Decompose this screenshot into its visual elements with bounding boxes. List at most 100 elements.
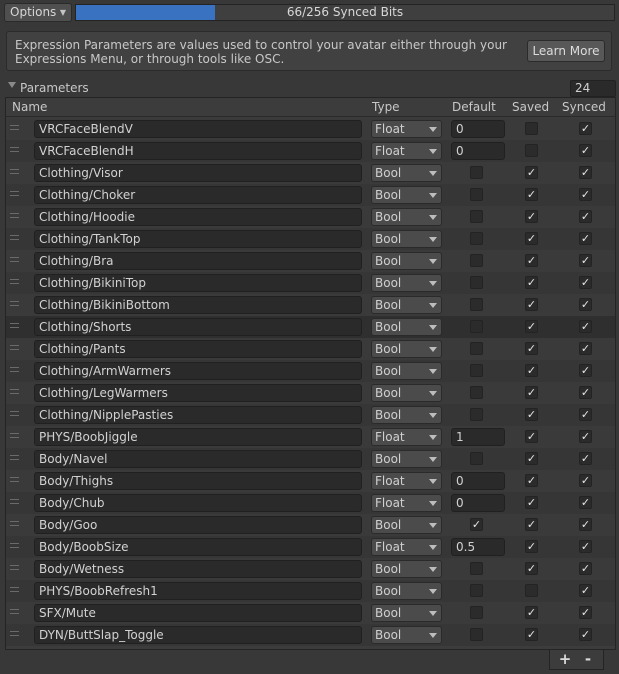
parameter-row[interactable]: SFX/Mute Bool ✓ ✓ — [6, 602, 615, 624]
parameter-type-dropdown[interactable]: Float — [371, 538, 442, 556]
add-parameter-button[interactable]: + — [555, 651, 575, 668]
parameter-row[interactable]: Body/Thighs Float 0 ✓ ✓ — [6, 470, 615, 492]
synced-checkbox[interactable]: ✓ — [579, 496, 592, 509]
drag-handle-icon[interactable] — [10, 455, 19, 460]
parameter-type-dropdown[interactable]: Bool — [371, 626, 442, 644]
parameter-name-field[interactable]: SFX/Mute — [34, 604, 362, 622]
parameter-row[interactable]: Clothing/LegWarmers Bool ✓ ✓ — [6, 382, 615, 404]
parameter-row[interactable]: Body/Goo Bool ✓ ✓ ✓ — [6, 514, 615, 536]
drag-handle-icon[interactable] — [10, 301, 19, 306]
saved-checkbox[interactable]: ✓ — [525, 452, 538, 465]
saved-checkbox[interactable]: ✓ — [525, 254, 538, 267]
drag-handle-icon[interactable] — [10, 587, 19, 592]
parameter-name-field[interactable]: Clothing/Pants — [34, 340, 362, 358]
saved-checkbox[interactable]: ✓ — [525, 232, 538, 245]
parameter-type-dropdown[interactable]: Bool — [371, 252, 442, 270]
drag-handle-icon[interactable] — [10, 631, 19, 636]
default-checkbox[interactable] — [470, 628, 483, 641]
parameter-name-field[interactable]: Body/Goo — [34, 516, 362, 534]
synced-checkbox[interactable]: ✓ — [579, 540, 592, 553]
saved-checkbox[interactable] — [525, 144, 538, 157]
synced-checkbox[interactable]: ✓ — [579, 166, 592, 179]
parameter-name-field[interactable]: PHYS/BoobJiggle — [34, 428, 362, 446]
parameter-name-field[interactable]: Clothing/LegWarmers — [34, 384, 362, 402]
parameter-name-field[interactable]: Clothing/NipplePasties — [34, 406, 362, 424]
foldout-arrow-icon[interactable] — [8, 82, 16, 88]
parameter-type-dropdown[interactable]: Bool — [371, 164, 442, 182]
parameter-type-dropdown[interactable]: Bool — [371, 230, 442, 248]
drag-handle-icon[interactable] — [10, 565, 19, 570]
drag-handle-icon[interactable] — [10, 433, 19, 438]
default-checkbox[interactable] — [470, 342, 483, 355]
parameter-type-dropdown[interactable]: Bool — [371, 208, 442, 226]
drag-handle-icon[interactable] — [10, 543, 19, 548]
remove-parameter-button[interactable]: - — [578, 651, 598, 668]
parameter-row[interactable]: PHYS/BoobRefresh1 Bool ✓ — [6, 580, 615, 602]
saved-checkbox[interactable]: ✓ — [525, 540, 538, 553]
default-value-field[interactable]: 0 — [451, 142, 505, 160]
parameter-row[interactable]: PHYS/BoobJiggle Float 1 ✓ ✓ — [6, 426, 615, 448]
options-dropdown[interactable]: Options ▼ — [4, 3, 72, 22]
default-checkbox[interactable] — [470, 562, 483, 575]
synced-checkbox[interactable]: ✓ — [579, 122, 592, 135]
synced-checkbox[interactable]: ✓ — [579, 210, 592, 223]
parameter-name-field[interactable]: DYN/ButtSlap_Toggle — [34, 626, 362, 644]
parameter-name-field[interactable]: Body/BoobSize — [34, 538, 362, 556]
default-checkbox[interactable] — [470, 166, 483, 179]
drag-handle-icon[interactable] — [10, 279, 19, 284]
synced-checkbox[interactable]: ✓ — [579, 298, 592, 311]
saved-checkbox[interactable]: ✓ — [525, 320, 538, 333]
parameter-name-field[interactable]: Clothing/Visor — [34, 164, 362, 182]
parameter-row[interactable]: VRCFaceBlendV Float 0 ✓ — [6, 118, 615, 140]
parameter-name-field[interactable]: Clothing/Hoodie — [34, 208, 362, 226]
default-value-field[interactable]: 1 — [451, 428, 505, 446]
saved-checkbox[interactable]: ✓ — [525, 408, 538, 421]
parameters-label[interactable]: Parameters — [20, 80, 89, 96]
saved-checkbox[interactable]: ✓ — [525, 430, 538, 443]
parameter-name-field[interactable]: Clothing/TankTop — [34, 230, 362, 248]
saved-checkbox[interactable]: ✓ — [525, 518, 538, 531]
parameter-type-dropdown[interactable]: Bool — [371, 296, 442, 314]
saved-checkbox[interactable]: ✓ — [525, 606, 538, 619]
parameter-row[interactable]: Clothing/Choker Bool ✓ ✓ — [6, 184, 615, 206]
synced-checkbox[interactable]: ✓ — [579, 562, 592, 575]
synced-checkbox[interactable]: ✓ — [579, 518, 592, 531]
parameter-type-dropdown[interactable]: Bool — [371, 186, 442, 204]
parameter-name-field[interactable]: Body/Chub — [34, 494, 362, 512]
learn-more-button[interactable]: Learn More — [527, 40, 605, 62]
synced-checkbox[interactable]: ✓ — [579, 474, 592, 487]
synced-checkbox[interactable]: ✓ — [579, 584, 592, 597]
default-checkbox[interactable] — [470, 210, 483, 223]
drag-handle-icon[interactable] — [10, 345, 19, 350]
drag-handle-icon[interactable] — [10, 389, 19, 394]
synced-checkbox[interactable]: ✓ — [579, 364, 592, 377]
saved-checkbox[interactable]: ✓ — [525, 166, 538, 179]
drag-handle-icon[interactable] — [10, 125, 19, 130]
parameter-type-dropdown[interactable]: Float — [371, 120, 442, 138]
synced-checkbox[interactable]: ✓ — [579, 342, 592, 355]
parameter-name-field[interactable]: PHYS/BoobRefresh1 — [34, 582, 362, 600]
parameter-row[interactable]: Body/Navel Bool ✓ ✓ — [6, 448, 615, 470]
drag-handle-icon[interactable] — [10, 147, 19, 152]
parameter-type-dropdown[interactable]: Float — [371, 142, 442, 160]
default-checkbox[interactable] — [470, 232, 483, 245]
default-checkbox[interactable]: ✓ — [470, 518, 483, 531]
parameter-row[interactable]: Clothing/Hoodie Bool ✓ ✓ — [6, 206, 615, 228]
saved-checkbox[interactable] — [525, 122, 538, 135]
synced-checkbox[interactable]: ✓ — [579, 606, 592, 619]
default-value-field[interactable]: 0 — [451, 120, 505, 138]
parameter-type-dropdown[interactable]: Bool — [371, 318, 442, 336]
parameter-row[interactable]: Clothing/TankTop Bool ✓ ✓ — [6, 228, 615, 250]
default-checkbox[interactable] — [470, 386, 483, 399]
default-checkbox[interactable] — [470, 320, 483, 333]
default-checkbox[interactable] — [470, 452, 483, 465]
default-checkbox[interactable] — [470, 584, 483, 597]
parameter-name-field[interactable]: Body/Thighs — [34, 472, 362, 490]
parameter-type-dropdown[interactable]: Bool — [371, 340, 442, 358]
drag-handle-icon[interactable] — [10, 323, 19, 328]
drag-handle-icon[interactable] — [10, 411, 19, 416]
default-checkbox[interactable] — [470, 364, 483, 377]
parameter-row[interactable]: Body/BoobSize Float 0.5 ✓ ✓ — [6, 536, 615, 558]
parameter-name-field[interactable]: Clothing/BikiniTop — [34, 274, 362, 292]
drag-handle-icon[interactable] — [10, 213, 19, 218]
